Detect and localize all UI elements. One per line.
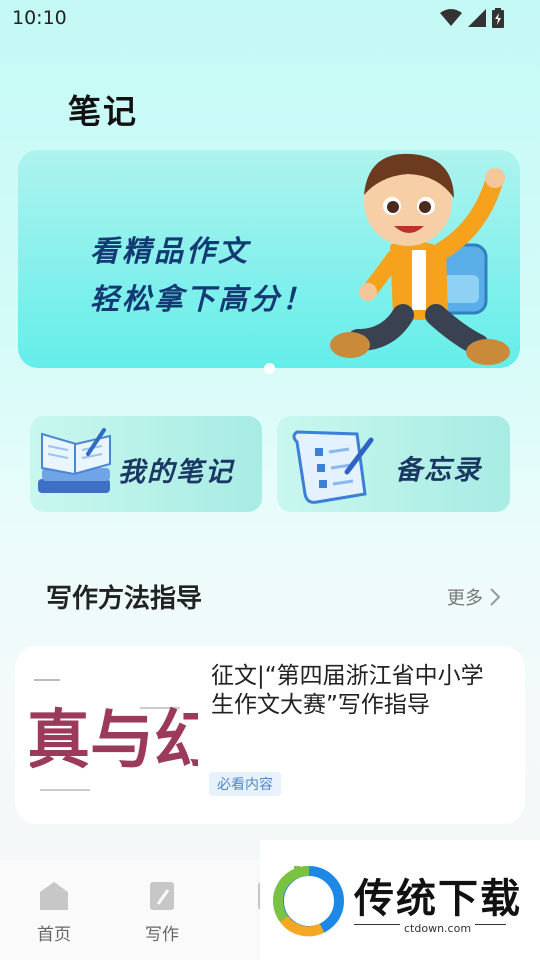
status-time: 10:10	[12, 7, 67, 29]
article-card[interactable]: 真与幻 征文|“第四届浙江省中小学生作文大赛”写作指导 必看内容	[15, 646, 525, 824]
more-link[interactable]: 更多	[447, 584, 501, 610]
watermark-brand: 传统下载	[354, 876, 522, 922]
checklist-scroll-icon	[292, 430, 374, 504]
my-notes-card[interactable]: 我的笔记	[30, 416, 262, 512]
status-bar: 10:10	[0, 0, 540, 38]
promo-banner[interactable]: 看精品作文 轻松拿下高分！	[18, 150, 520, 368]
more-label: 更多	[447, 588, 483, 609]
tab-write-label: 写作	[145, 925, 179, 945]
banner-line-2: 轻松拿下高分！	[90, 282, 315, 316]
page-title: 笔记	[68, 92, 138, 131]
my-notes-label: 我的笔记	[118, 457, 234, 488]
tab-home[interactable]: 首页	[19, 880, 89, 945]
article-tag: 必看内容	[209, 772, 281, 796]
article-title: 征文|“第四届浙江省中小学生作文大赛”写作指导	[211, 663, 484, 718]
article-thumbnail: 真与幻	[30, 660, 198, 806]
tab-home-label: 首页	[37, 925, 71, 945]
book-icon	[38, 428, 111, 493]
chevron-right-icon	[490, 588, 501, 606]
wifi-icon	[440, 9, 462, 26]
memo-card[interactable]: 备忘录	[277, 416, 510, 512]
tab-write[interactable]: 写作	[127, 880, 197, 945]
battery-icon	[492, 8, 504, 28]
section-title: 写作方法指导	[46, 584, 203, 614]
boy-mascot-illustration	[330, 153, 510, 365]
home-icon	[40, 882, 68, 910]
write-icon	[150, 882, 174, 910]
thumbnail-text: 真与幻	[30, 704, 198, 778]
memo-label: 备忘录	[395, 455, 482, 486]
banner-line-1: 看精品作文	[90, 234, 251, 268]
watermark-logo-icon	[273, 866, 344, 937]
signal-icon	[468, 9, 486, 27]
thumbnail-art: 真与幻	[30, 660, 198, 806]
watermark-overlay: 传统下载 ctdown.com	[260, 840, 540, 960]
carousel-indicator	[264, 363, 275, 374]
watermark-url: ctdown.com	[400, 922, 476, 935]
